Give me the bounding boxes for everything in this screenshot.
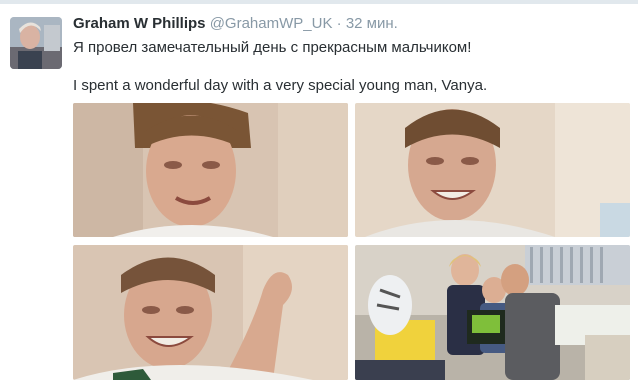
tweet-text-english: I spent a wonderful day with a very spec…: [73, 77, 488, 94]
author-name[interactable]: Graham W Phillips: [73, 15, 206, 32]
tweet-text-russian: Я провел замечательный день с прекрасным…: [73, 39, 472, 56]
author-avatar[interactable]: [10, 17, 62, 69]
tweet-photo-2[interactable]: [355, 103, 630, 237]
author-handle[interactable]: @GrahamWP_UK: [210, 15, 333, 32]
tweet-timestamp[interactable]: 32 мин.: [346, 15, 398, 32]
separator-dot: ·: [336, 15, 342, 32]
tweet-photo-3[interactable]: [73, 245, 348, 380]
tweet-photo-1[interactable]: [73, 103, 348, 237]
tweet-header: Graham W Phillips @GrahamWP_UK · 32 мин.: [73, 15, 398, 33]
tweet-photo-4[interactable]: [355, 245, 630, 380]
top-border: [0, 0, 638, 4]
